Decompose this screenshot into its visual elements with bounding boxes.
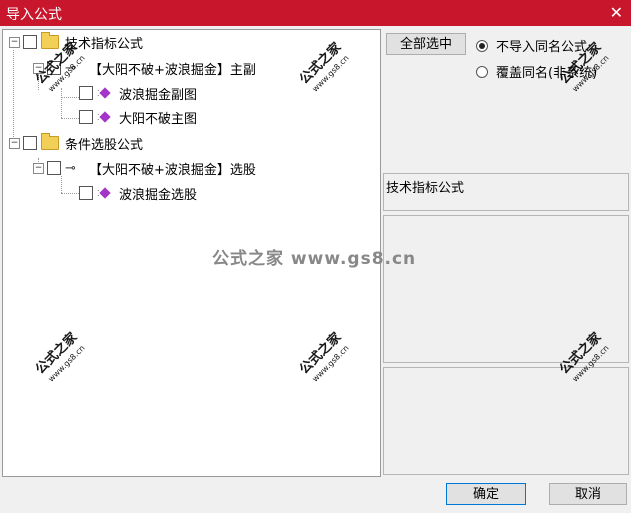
tree-node-bull-main[interactable]: ⁚ 大阳不破主图 [79, 107, 197, 127]
tree-node-wave-sub[interactable]: ⁚ 波浪掘金副图 [79, 83, 197, 103]
tree-node-selection-combo[interactable]: − ⊸ 【大阳不破+波浪掘金】选股 [33, 158, 256, 178]
tree-node-label: 大阳不破主图 [119, 111, 198, 127]
formula-gem-icon: ⁚ [97, 187, 115, 199]
tree-node-wave-select[interactable]: ⁚ 波浪掘金选股 [79, 183, 197, 203]
window-title: 导入公式 [6, 7, 62, 23]
category-panel: 技术指标公式 [383, 173, 629, 211]
tree-node-label: 【大阳不破+波浪掘金】主副 [89, 62, 256, 78]
select-all-button[interactable]: 全部选中 [386, 33, 466, 55]
checkbox[interactable] [79, 186, 93, 200]
collapse-icon[interactable]: − [33, 162, 44, 174]
close-icon[interactable]: ✕ [610, 3, 623, 22]
title-bar: 导入公式 ✕ [0, 0, 631, 26]
cancel-button[interactable]: 取消 [549, 483, 627, 505]
tree-node-selection[interactable]: − 条件选股公式 [9, 133, 143, 153]
center-watermark: 公式之家 www.gs8.cn [212, 249, 417, 269]
radio-unchecked-icon [476, 65, 488, 78]
checkbox[interactable] [79, 86, 93, 100]
collapse-icon[interactable]: − [9, 36, 20, 48]
tree-node-label: 条件选股公式 [65, 137, 144, 153]
checkbox[interactable] [23, 35, 37, 49]
preview-panel [383, 367, 629, 475]
tree-node-label: 【大阳不破+波浪掘金】选股 [89, 162, 256, 178]
checkbox[interactable] [79, 110, 93, 124]
radio-skip-duplicate[interactable]: 不导入同名公式 [476, 36, 587, 55]
collapse-icon[interactable]: − [9, 137, 20, 149]
radio-label: 不导入同名公式 [496, 40, 588, 55]
formula-gem-icon: ⁚ [97, 87, 115, 99]
ok-button[interactable]: 确定 [446, 483, 526, 505]
checkbox[interactable] [47, 161, 61, 175]
formula-gem-icon: ⁚ [97, 111, 115, 123]
folder-icon [41, 133, 59, 150]
radio-checked-icon [476, 39, 488, 52]
category-label: 技术指标公式 [386, 181, 465, 196]
key-icon: ⊸ [65, 160, 76, 176]
tree-node-label: 波浪掘金选股 [119, 187, 198, 203]
checkbox[interactable] [23, 136, 37, 150]
tree-node-label: 波浪掘金副图 [119, 87, 198, 103]
folder-icon [41, 32, 59, 49]
